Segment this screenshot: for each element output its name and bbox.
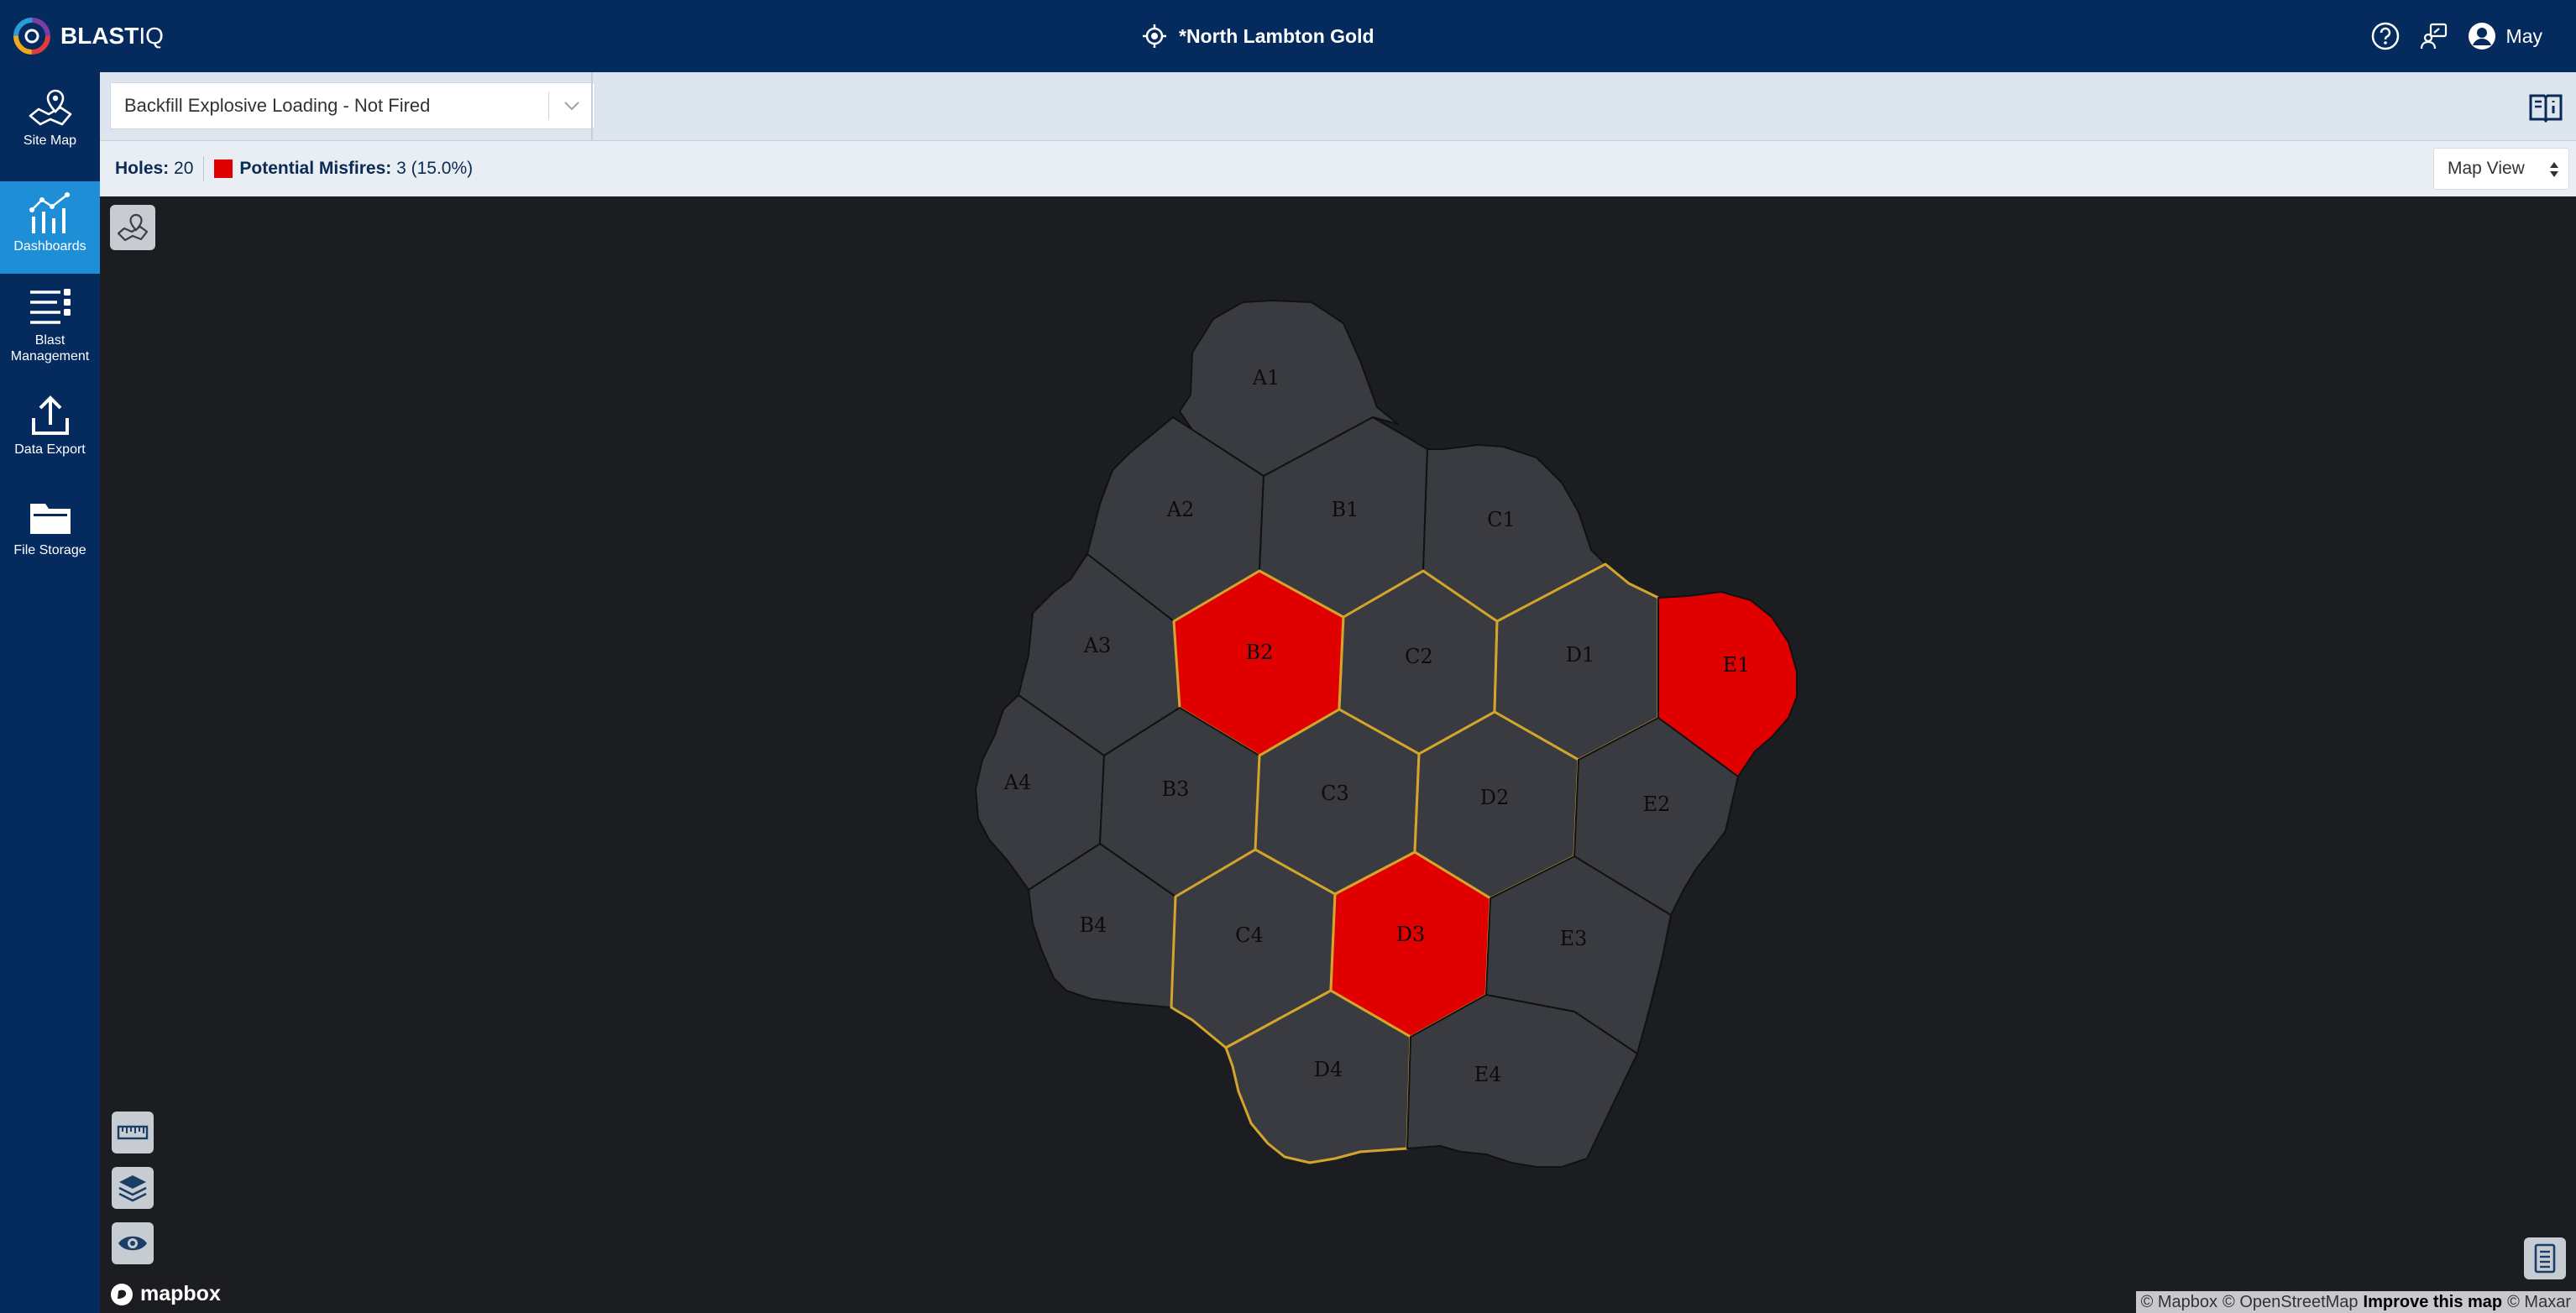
sidebar-item-label: Dashboards <box>13 239 86 254</box>
layers-button[interactable] <box>112 1167 154 1209</box>
blast-hole-label: C3 <box>1321 782 1349 805</box>
user-name: May <box>2505 24 2542 47</box>
dashboards-icon <box>29 192 70 233</box>
sidebar-item-label: Data Export <box>14 442 86 457</box>
sidebar-item-label: File Storage <box>13 543 86 557</box>
guide-book-icon[interactable] <box>2527 89 2564 126</box>
user-avatar-icon <box>2468 23 2495 50</box>
improve-map-link[interactable]: Improve this map <box>2364 1293 2503 1312</box>
data-export-icon <box>31 395 69 435</box>
sidebar-item-label: Site Map <box>23 133 77 148</box>
site-map-icon <box>117 213 149 242</box>
visibility-button[interactable] <box>112 1222 154 1264</box>
ruler-icon <box>117 1125 149 1140</box>
blast-hole-map: A1 A2 A3 A4 B1 B2 B3 B4 C1 C2 C3 C4 D1 D2 D3 D4 E1 E2 E3 E4 <box>975 300 1798 1168</box>
logo-text: BLASTIQ <box>60 23 164 49</box>
dashboard-select[interactable]: Backfill Explosive Loading - Not Fired <box>110 82 595 129</box>
dashboard-toolbar: Backfill Explosive Loading - Not Fired <box>100 72 2576 141</box>
blast-hole-label: D3 <box>1396 923 1426 946</box>
user-menu[interactable]: May <box>2468 22 2542 50</box>
blast-hole-label: B1 <box>1332 498 1359 521</box>
mapbox-icon <box>111 1283 133 1305</box>
blast-hole-label: D4 <box>1314 1058 1343 1081</box>
blast-hole-label: A3 <box>1083 634 1112 657</box>
blast-hole-label: B3 <box>1162 777 1190 801</box>
toolbar-divider <box>591 72 593 141</box>
blast-hole-label: E4 <box>1474 1063 1502 1086</box>
map-view[interactable]: A1 A2 A3 A4 B1 B2 B3 B4 C1 C2 C3 C4 D1 D2 D3 D4 E1 E2 E3 E4 <box>100 196 2576 1313</box>
sidebar-item-data-export[interactable]: Data Export <box>0 395 100 479</box>
sidebar-item-label: Blast Management <box>10 333 90 364</box>
folder-icon <box>29 504 71 534</box>
chevron-down-icon[interactable] <box>549 82 594 129</box>
potential-misfires: Potential Misfires: 3 (15.0%) <box>239 159 474 178</box>
map-attribution: © Mapbox © OpenStreetMap Improve this ma… <box>2135 1291 2576 1313</box>
blast-hole-label: D2 <box>1480 786 1510 809</box>
site-title-text: *North Lambton Gold <box>1179 24 1374 47</box>
attribution-osm[interactable]: © OpenStreetMap <box>2223 1293 2358 1312</box>
blast-hole-label: C1 <box>1487 508 1516 531</box>
blastiq-logo-icon <box>13 18 50 55</box>
map-site-button[interactable] <box>110 205 155 250</box>
stats-separator <box>203 156 205 181</box>
app-header: BLASTIQ *North Lambton Gold May <box>0 0 2576 72</box>
mapbox-logo-text: mapbox <box>140 1282 221 1305</box>
stats-bar: Holes: 20 Potential Misfires: 3 (15.0%) … <box>100 141 2576 196</box>
misfire-legend-swatch <box>214 160 233 178</box>
holes-count: Holes: 20 <box>115 159 194 178</box>
blast-hole-label: E3 <box>1560 927 1588 950</box>
blast-hole-label: E1 <box>1723 653 1751 677</box>
measure-button[interactable] <box>112 1112 154 1153</box>
site-map-icon <box>29 89 71 126</box>
blast-hole-label: B2 <box>1246 641 1274 664</box>
notes-list-icon <box>2534 1243 2556 1274</box>
blast-hole-label: A4 <box>1003 771 1032 794</box>
sidebar-item-file-storage[interactable]: File Storage <box>0 495 100 579</box>
location-target-icon <box>1143 24 1166 48</box>
sidebar-item-dashboards[interactable]: Dashboards <box>0 181 100 274</box>
view-mode-select[interactable]: Map View <box>2433 148 2569 190</box>
view-mode-value: Map View <box>2448 159 2525 178</box>
attribution-maxar[interactable]: © Maxar <box>2507 1293 2571 1312</box>
mapbox-logo[interactable]: mapbox <box>110 1282 221 1306</box>
header-actions: May <box>2370 17 2542 55</box>
eye-icon <box>118 1236 147 1251</box>
blast-hole-label: A2 <box>1166 498 1195 521</box>
blastiq-logo[interactable]: BLASTIQ <box>12 15 164 57</box>
sidebar-item-blast-management[interactable]: Blast Management <box>0 285 100 386</box>
layers-icon <box>118 1175 147 1202</box>
site-title[interactable]: *North Lambton Gold <box>1142 18 1374 54</box>
sidebar: Site Map Dashboards Blast Management Dat… <box>0 72 100 1313</box>
blast-hole-label: C2 <box>1405 645 1433 668</box>
remote-support-icon[interactable] <box>2419 21 2449 51</box>
select-arrows-icon <box>2550 162 2558 177</box>
blast-management-icon <box>29 289 71 324</box>
blast-hole-label: C4 <box>1235 923 1264 947</box>
blast-hole-label: E2 <box>1643 793 1671 816</box>
attribution-mapbox[interactable]: © Mapbox <box>2141 1293 2217 1312</box>
help-icon[interactable] <box>2370 21 2401 51</box>
blast-hole-label: B4 <box>1080 913 1107 937</box>
sidebar-item-site-map[interactable]: Site Map <box>0 86 100 170</box>
blast-hole-label: A1 <box>1252 366 1280 390</box>
dashboard-select-value: Backfill Explosive Loading - Not Fired <box>124 95 431 116</box>
legend-button[interactable] <box>2524 1237 2566 1279</box>
blast-hole-label: D1 <box>1566 643 1595 667</box>
